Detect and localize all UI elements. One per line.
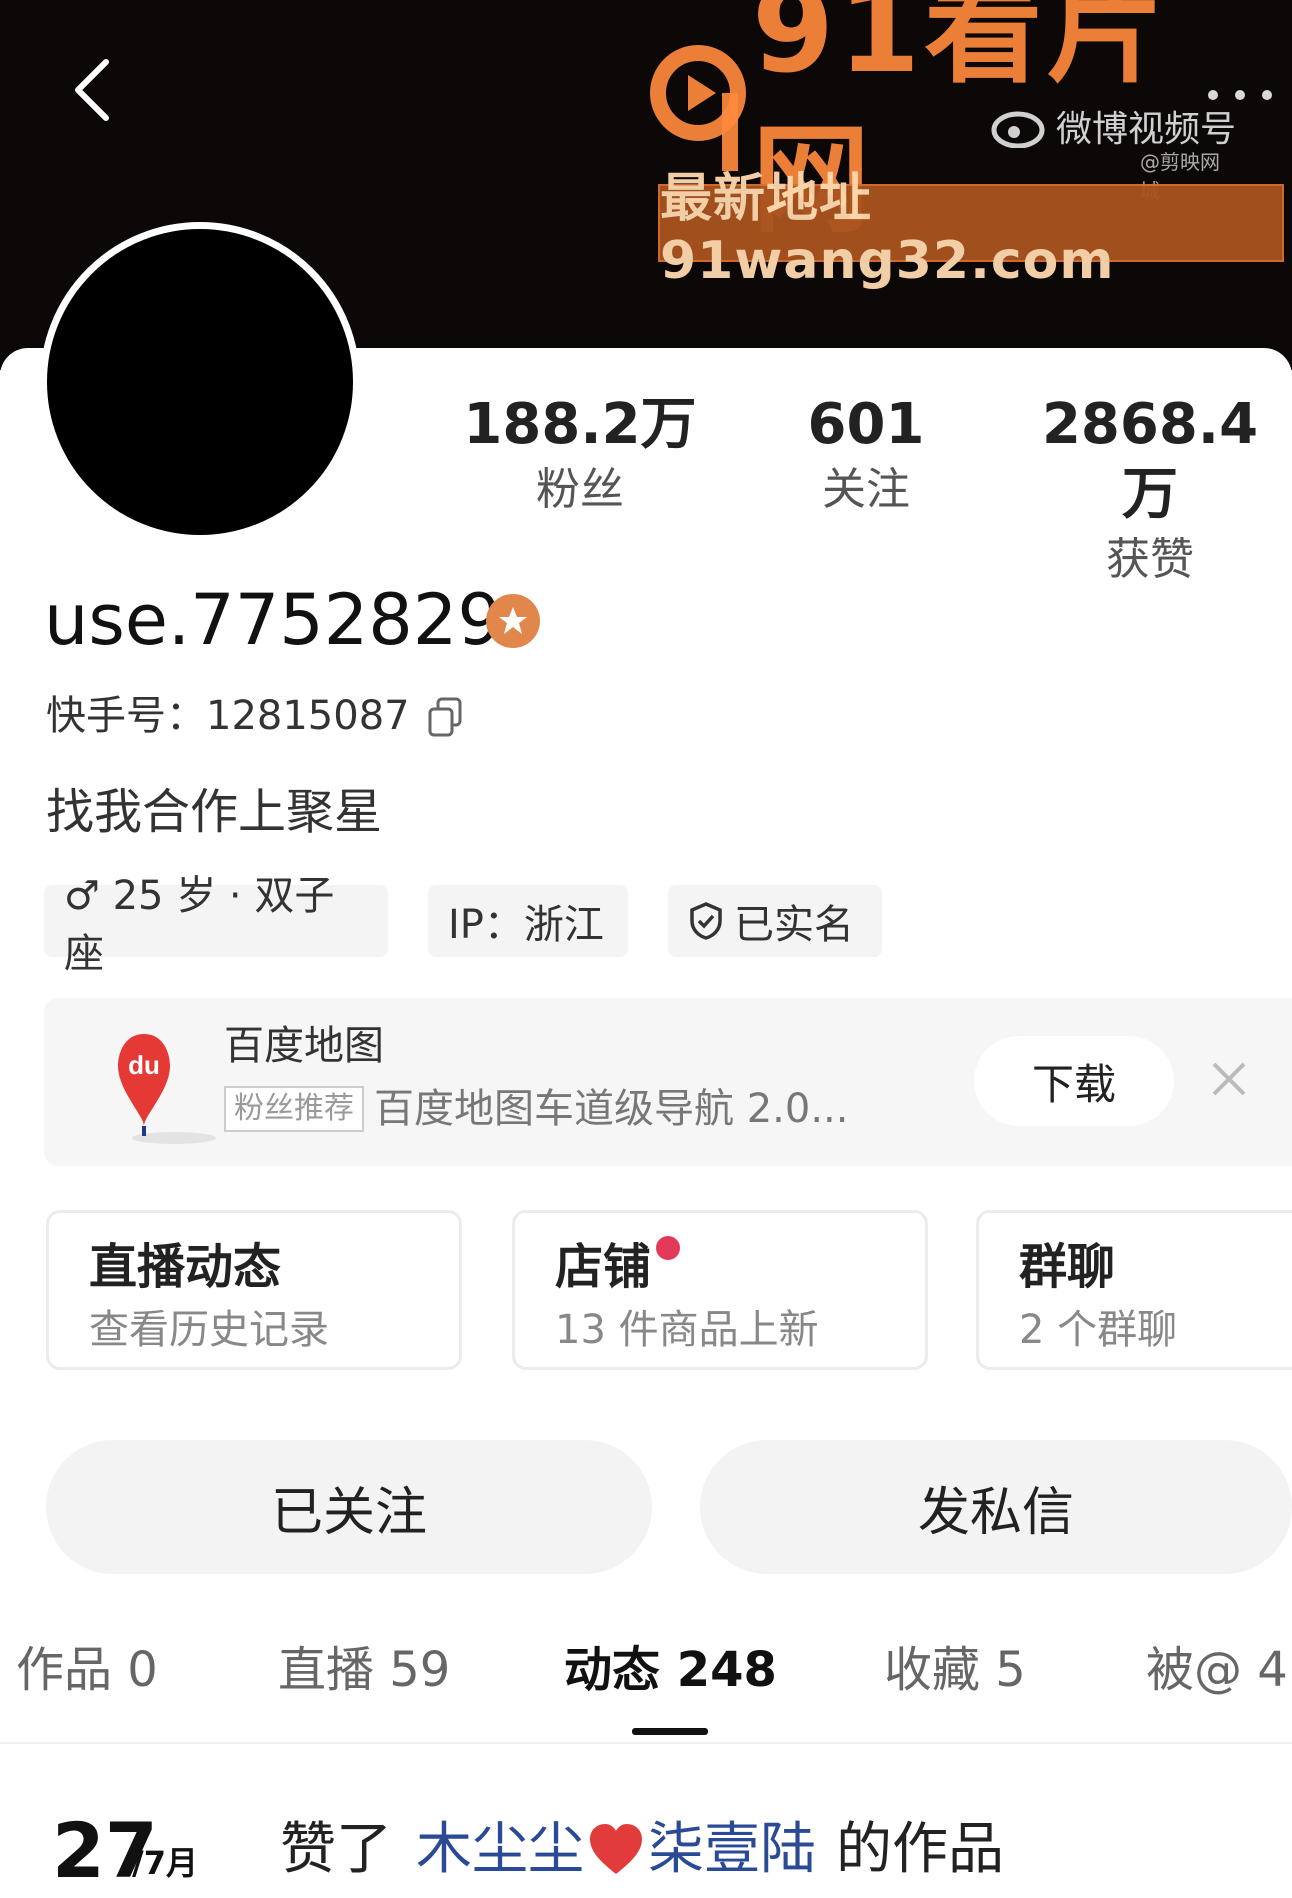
tab-moments[interactable]: 动态 248 — [564, 1640, 777, 1700]
weibo-watermark: 微博视频号 @剪映网城 — [990, 100, 1237, 203]
feed-user-link[interactable]: 柒壹陆 — [648, 1812, 816, 1888]
feed-suffix: 的作品 — [836, 1817, 1004, 1882]
feature-title: 直播动态 — [89, 1239, 282, 1295]
weibo-text: 微博视频号 — [1056, 109, 1237, 150]
tag-ip-location: IP：浙江 — [428, 885, 628, 957]
tag-verified-identity: 已实名 — [668, 885, 882, 957]
tab-mentions[interactable]: 被@ 4 — [1146, 1640, 1288, 1700]
stat-value: 2868.4万 — [1041, 392, 1259, 527]
feature-group-chat[interactable]: 群聊 2 个群聊 — [976, 1210, 1292, 1370]
chevron-left-icon — [75, 59, 109, 121]
tab-divider — [0, 1742, 1292, 1744]
feature-title: 店铺 — [555, 1239, 652, 1295]
shield-icon — [690, 902, 722, 940]
ad-app-name: 百度地图 — [224, 1023, 384, 1069]
ad-badge: 粉丝推荐 — [224, 1086, 364, 1132]
stat-fans[interactable]: 188.2万 粉丝 — [450, 390, 710, 520]
verified-star-icon — [486, 594, 540, 648]
download-button[interactable]: 下载 — [974, 1036, 1174, 1126]
play-icon — [650, 45, 746, 171]
watermark-url-banner: 最新地址91wang32.com — [658, 169, 1284, 291]
username: use.7752829 — [44, 579, 502, 661]
tab-live[interactable]: 直播 59 — [278, 1640, 450, 1700]
back-button[interactable] — [62, 50, 122, 130]
kuaishou-id: 快手号：12815087 — [46, 693, 410, 739]
ad-description: 百度地图车道级导航 2.0... — [374, 1086, 849, 1132]
notification-dot — [653, 1233, 683, 1263]
stat-following[interactable]: 601 关注 — [736, 390, 996, 520]
feed-user-link[interactable]: 木尘尘 — [416, 1812, 584, 1888]
heart-icon — [590, 1824, 642, 1874]
feature-shop[interactable]: 店铺 13 件商品上新 — [512, 1210, 928, 1370]
tag-text: ♂ 25 岁 · 双子座 — [64, 873, 335, 977]
stat-label: 关注 — [822, 464, 910, 515]
watermark-url: 最新地址91wang32.com — [660, 168, 1115, 291]
stat-likes[interactable]: 2868.4万 获赞 — [1020, 390, 1280, 590]
feature-subtitle: 2 个群聊 — [1019, 1307, 1178, 1353]
stat-value: 188.2万 — [463, 392, 697, 457]
bio: 找我合作上聚星 — [46, 784, 383, 840]
feed-item-text: 赞了 木尘尘 柒壹陆 的作品 — [280, 1812, 1004, 1888]
send-message-button[interactable]: 发私信 — [700, 1440, 1292, 1574]
kuaishou-id-row: 快手号：12815087 — [46, 688, 462, 744]
stat-value: 601 — [807, 392, 925, 457]
feature-subtitle: 13 件商品上新 — [555, 1307, 819, 1353]
feed-action: 赞了 — [280, 1817, 392, 1882]
close-icon[interactable] — [1204, 1054, 1254, 1104]
tag-text: IP：浙江 — [448, 902, 604, 948]
tag-text: 已实名 — [734, 902, 854, 948]
svg-text:du: du — [128, 1050, 160, 1080]
stat-label: 粉丝 — [536, 464, 624, 515]
active-tab-indicator — [632, 1728, 708, 1735]
feature-live-history[interactable]: 直播动态 查看历史记录 — [46, 1210, 462, 1370]
tab-works[interactable]: 作品 0 — [16, 1640, 158, 1700]
ad-subtitle-row: 粉丝推荐 百度地图车道级导航 2.0... — [224, 1084, 848, 1134]
ad-card[interactable]: du 百度地图 粉丝推荐 百度地图车道级导航 2.0... 下载 — [44, 998, 1292, 1166]
feature-subtitle: 查看历史记录 — [89, 1307, 329, 1353]
tab-favorites[interactable]: 收藏 5 — [884, 1640, 1026, 1700]
copy-icon[interactable] — [428, 696, 462, 737]
tag-age-zodiac: ♂ 25 岁 · 双子座 — [44, 873, 388, 977]
avatar[interactable] — [40, 222, 360, 542]
stat-label: 获赞 — [1106, 534, 1194, 585]
feed-date-month: /7月 — [132, 1844, 198, 1882]
feature-title: 群聊 — [1019, 1239, 1116, 1295]
followed-button[interactable]: 已关注 — [46, 1440, 652, 1574]
weibo-icon — [991, 111, 1045, 148]
baidu-map-logo: du — [114, 1026, 234, 1146]
